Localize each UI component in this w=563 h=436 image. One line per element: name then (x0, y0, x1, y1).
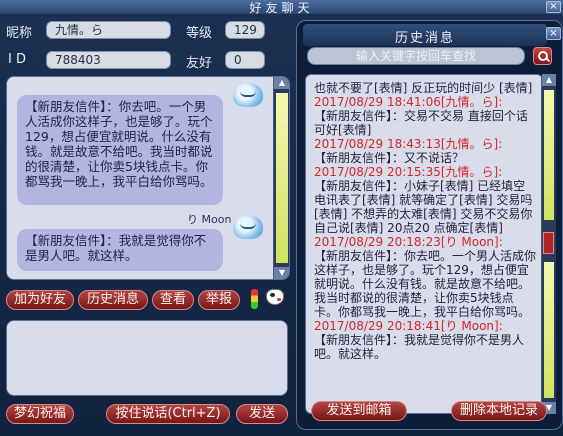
history-list: 也就不要了[表情] 反正玩的时间少 [表情] 2017/08/29 18:41:… (305, 74, 543, 414)
history-message: 【新朋友信件】：小妹子[表情] 已经填空电讯表了[表情] 就等确定了[表情] 交… (314, 179, 533, 235)
history-timestamp: 2017/08/29 18:43:13[九情。ら]: (314, 137, 503, 151)
traffic-light-icon (251, 289, 258, 309)
scroll-thumb[interactable] (543, 232, 554, 254)
scroll-down-icon[interactable]: ▼ (274, 267, 289, 279)
scroll-up-icon[interactable]: ▲ (542, 74, 556, 86)
history-panel: 历史消息 × 输入关键字按回车查找 也就不要了[表情] 反正玩的时间少 [表情]… (296, 20, 563, 430)
chat-message-bubble: 【新朋友信件】：你去吧。一个男人活成你这样子，也是够了。玩个129，想占便宜就明… (17, 95, 223, 205)
scroll-track[interactable] (276, 93, 288, 263)
window-title: 好友聊天 (249, 1, 314, 15)
history-timestamp: 2017/08/29 20:15:35[九情。ら]: (314, 165, 503, 179)
friendship-field: 0 (225, 51, 265, 69)
id-field: 788403 (46, 51, 171, 69)
message-input[interactable] (6, 320, 288, 396)
friendship-label: 友好 (186, 56, 213, 71)
view-button[interactable]: 查看 (152, 290, 194, 310)
history-message: 也就不要了[表情] 反正玩的时间少 [表情] (314, 81, 533, 95)
friend-chat-window: 好友聊天 × 昵称 九情。ら 等级 129 I D 788403 友好 0 【新… (0, 0, 563, 436)
title-bar[interactable]: 好友聊天 × (0, 0, 563, 15)
scroll-track[interactable] (544, 262, 554, 398)
chat-message-bubble: 【新朋友信件】：我就是觉得你不是男人吧。就这样。 (17, 229, 223, 271)
cloud-avatar-icon (233, 83, 263, 107)
chat-scrollbar[interactable]: ▲ ▼ (273, 77, 289, 279)
close-icon[interactable]: × (546, 27, 561, 40)
history-title: 历史消息 (394, 31, 455, 46)
message-sender: り Moon (187, 213, 232, 226)
history-timestamp: 2017/08/29 20:18:23[り Moon]: (314, 235, 503, 249)
search-icon[interactable] (533, 47, 552, 65)
history-message: 【新朋友信件】：又不说话？ (314, 151, 465, 165)
history-scrollbar[interactable]: ▲ ▼ (541, 74, 556, 414)
history-timestamp: 2017/08/29 18:41:06[九情。ら]: (314, 95, 503, 109)
scroll-track[interactable] (544, 90, 554, 220)
close-icon[interactable]: × (546, 1, 561, 13)
cow-icon[interactable] (266, 289, 284, 305)
scroll-up-icon[interactable]: ▲ (274, 77, 289, 89)
history-search-input[interactable]: 输入关键字按回车查找 (307, 47, 525, 65)
add-friend-button[interactable]: 加为好友 (6, 290, 74, 310)
level-label: 等级 (186, 26, 213, 41)
nickname-label: 昵称 (6, 26, 33, 41)
nickname-field: 九情。ら (46, 21, 171, 39)
send-button[interactable]: 发送 (236, 404, 288, 424)
history-message: 【新朋友信件】：我就是觉得你不是男人吧。就这样。 (314, 333, 525, 361)
cloud-avatar-icon (233, 215, 263, 239)
send-to-mail-button[interactable]: 发送到邮箱 (311, 401, 407, 421)
history-header[interactable]: 历史消息 × (303, 24, 561, 46)
report-button[interactable]: 举报 (198, 290, 240, 310)
history-message: 【新朋友信件】：交易不交易 直接回个话可好[表情] (314, 109, 528, 137)
delete-local-button[interactable]: 删除本地记录 (451, 401, 547, 421)
id-label: I D (8, 52, 26, 67)
chat-message-panel: 【新朋友信件】：你去吧。一个男人活成你这样子，也是够了。玩个129，想占便宜就明… (6, 76, 290, 280)
history-timestamp: 2017/08/29 20:18:41[り Moon]: (314, 319, 503, 333)
history-message: 【新朋友信件】：你去吧。一个男人活成你这样子，也是够了。玩个129，想占便宜就明… (314, 249, 537, 319)
level-field: 129 (225, 21, 265, 39)
blessing-button[interactable]: 梦幻祝福 (6, 404, 74, 424)
voice-button[interactable]: 按住说话(Ctrl+Z) (106, 404, 230, 424)
history-button[interactable]: 历史消息 (78, 290, 148, 310)
